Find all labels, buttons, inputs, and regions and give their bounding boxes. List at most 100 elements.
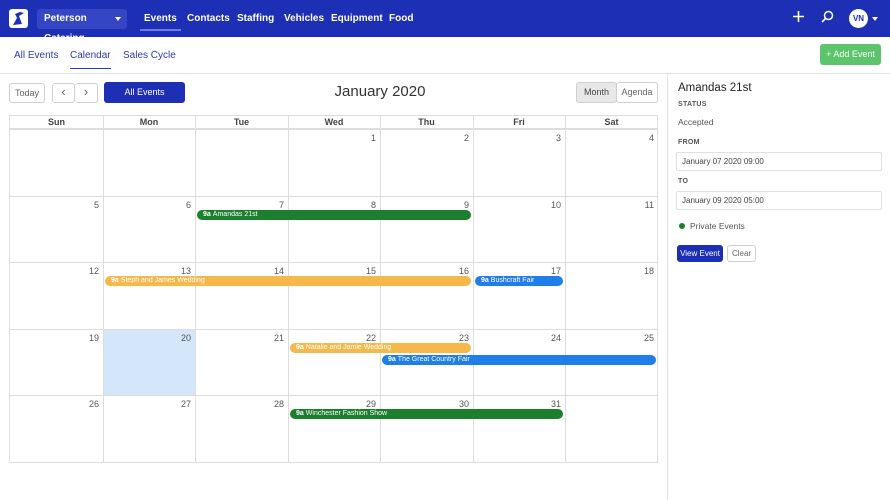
event-title: Steph and James Wedding bbox=[120, 277, 205, 284]
event-title: Amandas 21st bbox=[212, 211, 258, 218]
grid-divider bbox=[10, 395, 657, 396]
day-number[interactable]: 7 bbox=[264, 200, 284, 210]
day-number[interactable]: 22 bbox=[356, 333, 376, 343]
day-number[interactable]: 9 bbox=[449, 200, 469, 210]
grid-divider bbox=[288, 116, 289, 462]
day-number[interactable]: 27 bbox=[171, 399, 191, 409]
event-time: 9a bbox=[296, 410, 304, 417]
top-navbar: Peterson Catering Events Contacts Staffi… bbox=[0, 0, 890, 44]
app-logo[interactable] bbox=[9, 9, 28, 28]
day-number[interactable]: 29 bbox=[356, 399, 376, 409]
agenda-view-button[interactable]: Agenda bbox=[616, 82, 658, 103]
to-label: TO bbox=[678, 178, 689, 185]
day-number[interactable]: 12 bbox=[79, 266, 99, 276]
nav-equipment[interactable]: Equipment bbox=[331, 0, 383, 37]
from-label: FROM bbox=[678, 139, 700, 146]
grid-divider bbox=[10, 262, 657, 263]
month-view-button[interactable]: Month bbox=[576, 82, 617, 103]
day-number[interactable]: 26 bbox=[79, 399, 99, 409]
grid-divider bbox=[10, 196, 657, 197]
event-bar[interactable]: 9a Natalie and Jamie Wedding bbox=[290, 343, 471, 353]
nav-contacts[interactable]: Contacts bbox=[187, 0, 230, 37]
day-number[interactable]: 25 bbox=[634, 333, 654, 343]
tab-sales-cycle[interactable]: Sales Cycle bbox=[123, 50, 176, 61]
tab-all-events[interactable]: All Events bbox=[14, 50, 58, 61]
day-number[interactable]: 10 bbox=[541, 200, 561, 210]
day-number[interactable]: 30 bbox=[449, 399, 469, 409]
nav-staffing[interactable]: Staffing bbox=[237, 0, 274, 37]
weekday-header: Thu bbox=[380, 116, 473, 129]
event-bar[interactable]: 9a Steph and James Wedding bbox=[105, 276, 471, 286]
event-bar[interactable]: 9a The Great Country Fair bbox=[382, 355, 656, 365]
logo-icon bbox=[13, 12, 24, 25]
from-field: January 07 2020 09:00 bbox=[676, 152, 882, 171]
day-number[interactable]: 11 bbox=[634, 200, 654, 210]
day-number[interactable]: 31 bbox=[541, 399, 561, 409]
status-value: Accepted bbox=[678, 117, 714, 127]
month-title: January 2020 bbox=[334, 83, 426, 100]
event-detail-panel: Amandas 21st STATUS Accepted FROM Januar… bbox=[667, 74, 890, 500]
day-number[interactable]: 16 bbox=[449, 266, 469, 276]
all-events-filter-button[interactable]: All Events bbox=[104, 82, 185, 103]
weekday-header: Tue bbox=[195, 116, 288, 129]
weekday-header: Wed bbox=[288, 116, 380, 129]
next-month-button[interactable]: › bbox=[75, 83, 98, 103]
event-bar[interactable]: 9a Winchester Fashion Show bbox=[290, 409, 563, 419]
grid-divider bbox=[195, 116, 196, 462]
event-time: 9a bbox=[388, 356, 396, 363]
event-bar[interactable]: 9a Bushcraft Fair bbox=[475, 276, 563, 286]
day-number[interactable]: 17 bbox=[541, 266, 561, 276]
prev-month-button[interactable]: ‹ bbox=[52, 83, 75, 103]
company-selector[interactable]: Peterson Catering bbox=[37, 9, 127, 44]
nav-vehicles[interactable]: Vehicles bbox=[284, 0, 324, 37]
day-number[interactable]: 6 bbox=[171, 200, 191, 210]
day-number[interactable]: 20 bbox=[171, 333, 191, 343]
avatar[interactable]: VN bbox=[849, 9, 868, 28]
day-number[interactable]: 8 bbox=[356, 200, 376, 210]
day-number[interactable]: 15 bbox=[356, 266, 376, 276]
event-title: Natalie and Jamie Wedding bbox=[305, 344, 392, 351]
nav-food[interactable]: Food bbox=[389, 0, 413, 37]
month-grid: Sun Mon Tue Wed Thu Fri Sat 1 2 3 4 5 6 7 8 9 10 11 12 13 14… bbox=[9, 115, 658, 463]
day-number[interactable]: 23 bbox=[449, 333, 469, 343]
day-number[interactable]: 24 bbox=[541, 333, 561, 343]
day-number[interactable]: 4 bbox=[634, 133, 654, 143]
event-time: 9a bbox=[111, 277, 119, 284]
weekday-header: Fri bbox=[473, 116, 565, 129]
weekday-header: Sat bbox=[565, 116, 658, 129]
day-number[interactable]: 21 bbox=[264, 333, 284, 343]
day-number[interactable]: 5 bbox=[79, 200, 99, 210]
event-time: 9a bbox=[481, 277, 489, 284]
search-icon[interactable] bbox=[821, 10, 834, 26]
day-number[interactable]: 18 bbox=[634, 266, 654, 276]
chevron-down-icon bbox=[115, 17, 121, 21]
clear-button[interactable]: Clear bbox=[727, 245, 756, 262]
tab-calendar[interactable]: Calendar bbox=[70, 50, 111, 69]
weekday-header: Sun bbox=[10, 116, 103, 129]
day-number[interactable]: 13 bbox=[171, 266, 191, 276]
weekday-header: Mon bbox=[103, 116, 195, 129]
event-time: 9a bbox=[203, 211, 211, 218]
event-time: 9a bbox=[296, 344, 304, 351]
day-number[interactable]: 14 bbox=[264, 266, 284, 276]
event-bar[interactable]: 9a Amandas 21st bbox=[197, 210, 471, 220]
category-dot-icon bbox=[679, 223, 685, 229]
today-button[interactable]: Today bbox=[9, 83, 45, 103]
status-label: STATUS bbox=[678, 101, 707, 108]
event-title: Winchester Fashion Show bbox=[305, 410, 388, 417]
view-event-button[interactable]: View Event bbox=[677, 245, 723, 262]
day-number[interactable]: 19 bbox=[79, 333, 99, 343]
event-title: Bushcraft Fair bbox=[490, 277, 535, 284]
day-number[interactable]: 2 bbox=[449, 133, 469, 143]
grid-divider bbox=[103, 116, 104, 462]
add-event-button[interactable]: + Add Event bbox=[820, 44, 881, 65]
day-number[interactable]: 1 bbox=[356, 133, 376, 143]
nav-events[interactable]: Events bbox=[140, 0, 181, 37]
grid-divider bbox=[10, 329, 657, 330]
day-number[interactable]: 28 bbox=[264, 399, 284, 409]
add-icon[interactable] bbox=[792, 10, 805, 26]
sub-tabs: All Events Calendar Sales Cycle bbox=[0, 37, 890, 74]
event-title: The Great Country Fair bbox=[397, 356, 470, 363]
day-number[interactable]: 3 bbox=[541, 133, 561, 143]
chevron-down-icon[interactable] bbox=[872, 17, 878, 21]
